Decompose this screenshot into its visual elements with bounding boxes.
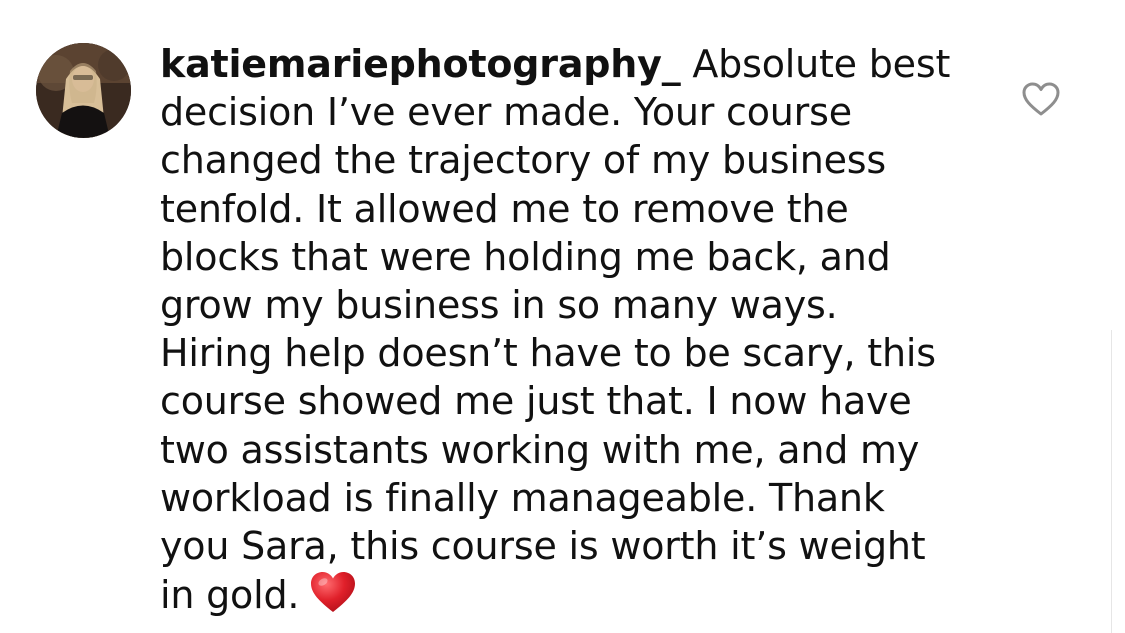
comment-text-line: two assistants working with me, and my — [160, 427, 920, 472]
comment-last-line: in gold. — [160, 570, 980, 619]
avatar-photo — [36, 43, 131, 138]
comment-text-line: grow my business in so many ways. — [160, 283, 838, 328]
comment-text-line: course showed me just that. I now have — [160, 379, 912, 424]
comment-text-line: Absolute best — [680, 42, 951, 86]
comment-text-line: Hiring help doesn’t have to be scary, th… — [160, 331, 936, 376]
comment-line: katiemariephotography_ Absolute best — [160, 40, 980, 88]
like-button[interactable] — [1021, 81, 1061, 117]
avatar[interactable] — [36, 43, 131, 138]
comment-text-line: tenfold. It allowed me to remove the — [160, 186, 849, 231]
comment-username[interactable]: katiemariephotography_ — [160, 42, 681, 86]
comment-text-line: workload is finally manageable. Thank — [160, 475, 885, 520]
heart-outline-icon — [1022, 82, 1060, 116]
comment-text-line: in gold. — [160, 573, 300, 618]
comment-text-line: changed the trajectory of my business — [160, 138, 886, 183]
heart-emoji — [309, 570, 357, 614]
comment-row: katiemariephotography_ Absolute best dec… — [0, 0, 1125, 633]
comment-text-line: you Sara, this course is worth it’s weig… — [160, 524, 926, 569]
comment-text: katiemariephotography_ Absolute best dec… — [160, 40, 980, 619]
comment-text-line: blocks that were holding me back, and — [160, 234, 891, 279]
divider — [1111, 330, 1112, 633]
comment-text-line: decision I’ve ever made. Your course — [160, 90, 852, 135]
